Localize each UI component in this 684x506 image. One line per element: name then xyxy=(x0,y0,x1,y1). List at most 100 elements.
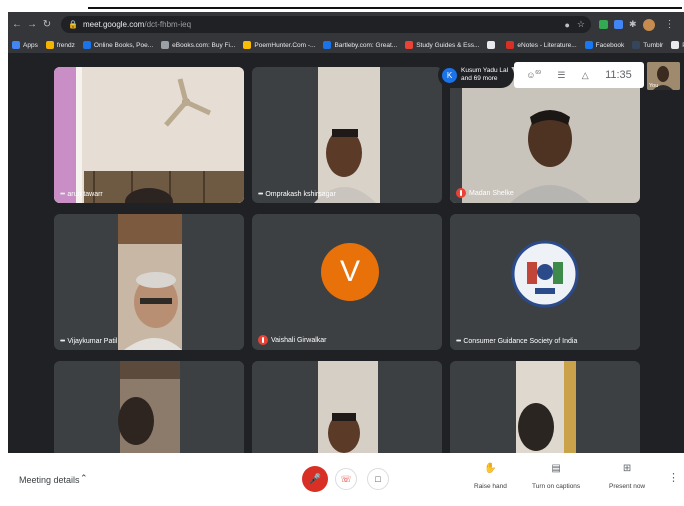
puzzle-icon[interactable]: ✱ xyxy=(629,19,637,30)
bookmark-favicon-icon xyxy=(12,41,20,49)
bookmark-item[interactable]: Bartleby.com: Great... xyxy=(323,41,397,49)
bookmark-item[interactable]: Online Books, Poe... xyxy=(82,41,153,49)
chip-line-1: Kusum Yadu Lal xyxy=(461,67,509,74)
captions-button[interactable]: ▤ Turn on captions xyxy=(532,463,580,490)
bookmark-favicon-icon xyxy=(82,41,91,49)
leave-call-button[interactable]: ☏ xyxy=(335,468,357,490)
participant-name: arun tawarr xyxy=(67,191,103,198)
participant-tile[interactable]: ••• Vijaykumar Patil xyxy=(54,214,244,350)
muted-mic-icon xyxy=(258,335,268,345)
participant-video xyxy=(54,361,244,453)
bookmark-favicon-icon xyxy=(161,41,170,49)
avatar: V xyxy=(321,243,379,301)
mic-off-button[interactable]: 🎤 xyxy=(302,466,328,492)
bookmark-label: Apps xyxy=(23,41,38,49)
omnibox[interactable]: 🔒 meet.google.com /dct-fhbm-ieq ● ☆ xyxy=(61,16,591,33)
bookmark-item[interactable]: PoemHunter.Com -... xyxy=(243,41,315,49)
bookmark-item[interactable]: Facebook xyxy=(584,41,625,49)
organization-logo xyxy=(450,214,640,350)
top-border-line xyxy=(88,0,682,9)
page: ← → ↻ 🔒 meet.google.com /dct-fhbm-ieq ● … xyxy=(0,0,684,506)
bookmark-label: Facebook xyxy=(595,41,625,49)
hand-icon: ✋ xyxy=(484,463,497,474)
bookmark-item[interactable]: Apps xyxy=(12,41,38,49)
chip-line-2: and 69 more xyxy=(461,75,498,82)
extension-icon[interactable] xyxy=(599,20,608,29)
participant-tile[interactable]: V Vaishali Girwalkar xyxy=(252,214,442,350)
participants-count: 69 xyxy=(535,70,541,76)
bookmark-favicon-icon xyxy=(405,41,414,49)
reload-icon[interactable]: ↻ xyxy=(41,19,53,30)
bookmark-item[interactable]: Primitive World India xyxy=(671,41,684,49)
chat-icon[interactable]: ☰ xyxy=(557,70,565,81)
bookmark-item[interactable]: frendz xyxy=(45,41,75,49)
meet-bottom-bar: Meeting details ⌃ 🎤 ☏ □ ✋ Raise hand ▤ T… xyxy=(8,453,684,506)
self-view-tile[interactable]: You xyxy=(647,62,680,90)
bookmark-favicon-icon xyxy=(243,41,252,49)
profile-avatar[interactable] xyxy=(642,18,655,31)
bookmark-label: eNotes - Literature... xyxy=(517,41,577,49)
present-now-button[interactable]: ⊞ Present now xyxy=(609,463,645,490)
bookmarks-bar: Apps frendz Online Books, Poe... eBooks.com… xyxy=(8,37,684,53)
meeting-details-label[interactable]: Meeting details xyxy=(19,475,80,485)
camera-button[interactable]: □ xyxy=(367,468,389,490)
participant-video xyxy=(252,67,442,203)
more-options-icon[interactable]: ••• xyxy=(60,338,65,345)
bookmark-item[interactable]: Study Guides & Ess... xyxy=(405,41,479,49)
bookmark-item[interactable]: eBooks.com: Buy Fi... xyxy=(161,41,235,49)
bookmark-favicon-icon xyxy=(671,41,680,49)
bookmark-label: Study Guides & Ess... xyxy=(416,41,480,49)
participant-name: Omprakash kshirsagar xyxy=(265,191,336,198)
browser-menu-icon[interactable]: ⋮ xyxy=(665,19,675,30)
more-options-icon[interactable]: ••• xyxy=(60,191,65,198)
bookmark-favicon-icon xyxy=(584,41,593,49)
more-options-icon[interactable]: ••• xyxy=(258,191,263,198)
bookmark-label: eBooks.com: Buy Fi... xyxy=(172,41,236,49)
participant-name: Madan Shelke xyxy=(469,189,514,197)
participant-tile[interactable]: ••• Omprakash kshirsagar xyxy=(252,67,442,203)
bookmark-label: frendz xyxy=(56,41,75,49)
more-options-icon[interactable]: ••• xyxy=(456,338,461,345)
browser-window: ← → ↻ 🔒 meet.google.com /dct-fhbm-ieq ● … xyxy=(8,12,684,506)
raise-hand-label: Raise hand xyxy=(474,483,507,490)
captions-label: Turn on captions xyxy=(532,483,581,490)
bookmark-item[interactable]: eNotes - Literature... xyxy=(506,41,577,49)
camera-indicator-icon[interactable]: ● xyxy=(564,20,569,30)
participant-tile[interactable]: ••• arun tawarr xyxy=(54,67,244,203)
captions-icon: ▤ xyxy=(551,463,561,474)
bookmark-label: PoemHunter.Com -... xyxy=(254,41,316,49)
extension-icon[interactable] xyxy=(614,20,623,29)
bookmark-item[interactable]: Tumblr xyxy=(632,41,663,49)
back-icon[interactable]: ← xyxy=(11,19,23,30)
participant-name: Vaishali Girwalkar xyxy=(271,336,327,344)
participant-name: Consumer Guidance Society of India xyxy=(463,338,578,345)
participant-video xyxy=(54,214,244,350)
ceiling-fan-video xyxy=(54,67,244,203)
meet-grid: ••• arun tawarr ••• Omprakash kshirsagar xyxy=(8,53,684,453)
people-icon[interactable]: ☺69 xyxy=(526,70,541,80)
phone-hangup-icon: ☏ xyxy=(340,473,352,484)
forward-icon[interactable]: → xyxy=(26,19,38,30)
participant-video xyxy=(450,361,640,453)
self-label: You xyxy=(649,83,659,89)
bookmark-item[interactable] xyxy=(487,41,498,49)
participant-tile[interactable]: ••• Consumer Guidance Society of India xyxy=(450,214,640,350)
top-controls-panel: ☺69 ☰ △ 11:35 xyxy=(514,62,644,88)
more-options-menu-icon[interactable]: ⋮ xyxy=(668,471,679,484)
participant-tile[interactable] xyxy=(450,361,640,453)
star-icon[interactable]: ☆ xyxy=(577,19,585,30)
participant-tile[interactable] xyxy=(252,361,442,453)
raise-hand-button[interactable]: ✋ Raise hand xyxy=(474,463,507,490)
activities-icon[interactable]: △ xyxy=(582,70,589,81)
chevron-up-icon[interactable]: ⌃ xyxy=(80,473,88,484)
lock-icon: 🔒 xyxy=(68,20,78,29)
bookmark-favicon-icon xyxy=(506,41,515,49)
bookmark-label: Bartleby.com: Great... xyxy=(334,41,398,49)
participant-video xyxy=(252,361,442,453)
bookmark-favicon-icon xyxy=(632,41,641,49)
bookmark-favicon-icon xyxy=(487,41,496,49)
url-host: meet.google.com xyxy=(82,20,145,29)
muted-mic-icon xyxy=(456,188,466,198)
participant-tile[interactable] xyxy=(54,361,244,453)
participants-chip[interactable]: K Kusum Yadu Lal and 69 more xyxy=(438,62,514,88)
